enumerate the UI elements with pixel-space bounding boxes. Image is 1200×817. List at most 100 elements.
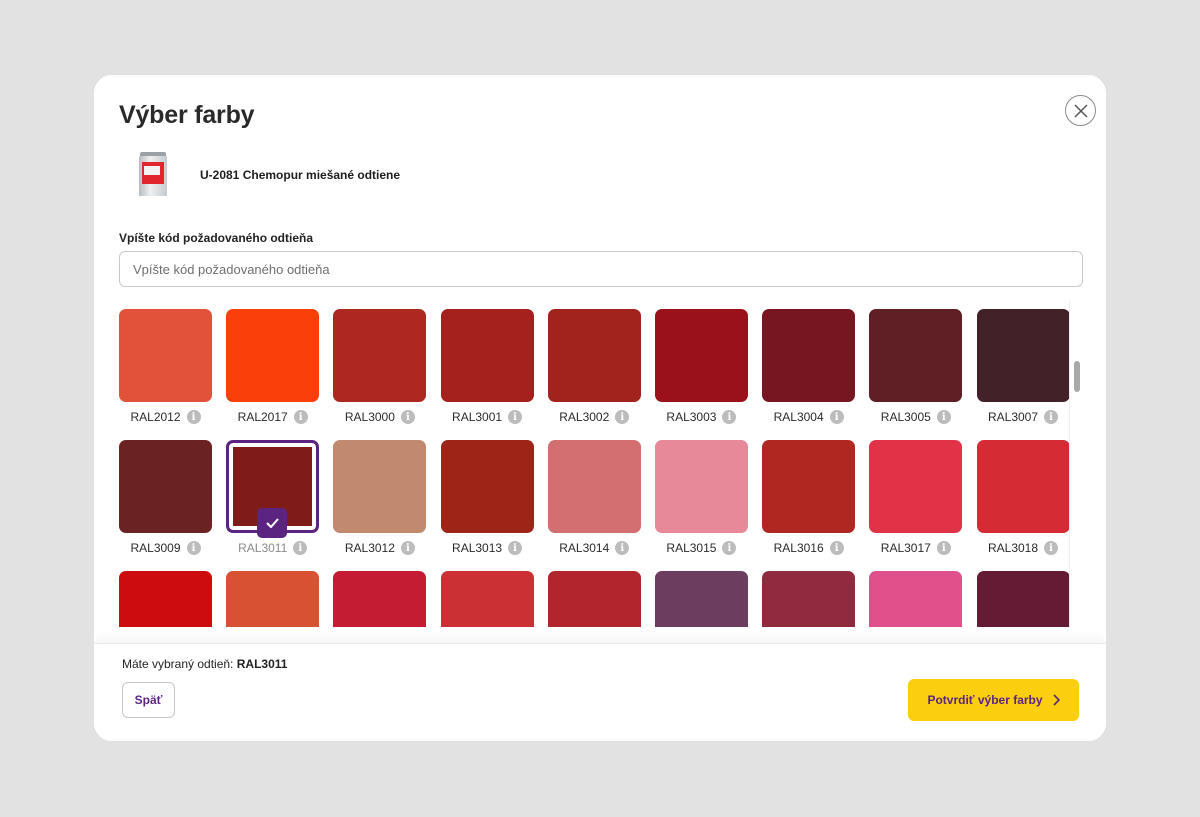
swatch-caption: RAL3013 i — [441, 541, 534, 555]
swatch-chip[interactable] — [547, 440, 641, 533]
info-icon[interactable]: i — [615, 410, 630, 424]
swatch-code: RAL2017 — [237, 410, 288, 424]
swatch-chip[interactable] — [654, 571, 748, 627]
info-icon[interactable]: i — [615, 541, 630, 555]
swatch-chip[interactable] — [333, 309, 427, 402]
color-swatch[interactable] — [547, 571, 641, 627]
color-swatch[interactable]: RAL3000 i — [333, 309, 427, 440]
swatch-chip[interactable] — [976, 571, 1069, 627]
close-icon — [1073, 103, 1088, 118]
swatch-chip[interactable] — [869, 440, 963, 533]
color-swatch[interactable] — [654, 571, 748, 627]
color-swatch[interactable]: RAL3017 i — [869, 440, 963, 571]
close-button[interactable] — [1065, 95, 1096, 126]
swatch-chip[interactable] — [333, 440, 427, 533]
swatch-code: RAL3014 — [559, 541, 610, 555]
color-swatch[interactable]: RAL3018 i — [976, 440, 1070, 571]
info-icon[interactable]: i — [400, 410, 415, 424]
info-icon[interactable]: i — [186, 410, 201, 424]
dialog-footer: Máte vybraný odtieň: RAL3011 Späť Potvrd… — [94, 643, 1106, 741]
swatch-code: RAL3016 — [773, 541, 824, 555]
shade-code-input[interactable] — [119, 251, 1083, 287]
swatch-code: RAL3012 — [344, 541, 395, 555]
info-icon[interactable]: i — [293, 541, 308, 555]
dialog-title: Výber farby — [119, 101, 255, 129]
info-icon[interactable]: i — [186, 541, 201, 555]
info-icon[interactable]: i — [829, 541, 844, 555]
color-swatch[interactable]: RAL3016 i — [762, 440, 856, 571]
product-name: U-2081 Chemopur miešané odtiene — [200, 168, 401, 182]
swatch-chip[interactable] — [440, 309, 534, 402]
color-swatch[interactable] — [976, 571, 1069, 627]
color-swatch[interactable] — [226, 571, 320, 627]
paint-can-icon — [138, 152, 168, 198]
swatch-chip[interactable] — [333, 571, 427, 627]
swatch-code: RAL3017 — [880, 541, 931, 555]
confirm-color-button[interactable]: Potvrdiť výber farby — [908, 679, 1079, 721]
swatch-chip[interactable] — [762, 309, 856, 402]
info-icon[interactable]: i — [936, 410, 951, 424]
swatch-chip[interactable] — [226, 571, 320, 627]
swatch-caption: RAL3017 i — [869, 541, 962, 555]
color-swatch[interactable]: RAL3005 i — [869, 309, 963, 440]
swatch-chip[interactable] — [226, 309, 320, 402]
swatch-code: RAL3013 — [452, 541, 503, 555]
color-swatch[interactable] — [869, 571, 963, 627]
color-swatch[interactable] — [440, 571, 534, 627]
color-swatch[interactable]: RAL3014 i — [547, 440, 641, 571]
info-icon[interactable]: i — [936, 541, 951, 555]
info-icon[interactable]: i — [722, 541, 737, 555]
swatch-caption: RAL2017 i — [226, 410, 319, 424]
color-swatch[interactable] — [333, 571, 427, 627]
info-icon[interactable]: i — [829, 410, 844, 424]
color-swatch[interactable]: RAL3001 i — [440, 309, 534, 440]
swatch-chip[interactable] — [869, 571, 963, 627]
swatch-chip[interactable] — [119, 440, 212, 533]
color-swatch[interactable]: RAL3009 i — [119, 440, 212, 571]
swatch-chip[interactable] — [654, 309, 748, 402]
swatch-code: RAL3011 — [238, 541, 288, 555]
color-swatch[interactable] — [762, 571, 856, 627]
swatch-chip[interactable] — [440, 440, 534, 533]
swatch-chip[interactable] — [869, 309, 963, 402]
swatch-chip[interactable] — [762, 440, 856, 533]
color-swatch[interactable]: RAL3004 i — [762, 309, 856, 440]
color-swatch[interactable]: RAL2017 i — [226, 309, 320, 440]
color-swatch[interactable]: RAL3002 i — [547, 309, 641, 440]
swatch-chip[interactable] — [762, 571, 856, 627]
color-swatch[interactable]: RAL2012 i — [119, 309, 212, 440]
color-swatch[interactable]: RAL3013 i — [440, 440, 534, 571]
color-swatch[interactable]: RAL3007 i — [976, 309, 1069, 440]
info-icon[interactable]: i — [1044, 410, 1059, 424]
product-row: U-2081 Chemopur miešané odtiene — [138, 152, 400, 198]
back-button[interactable]: Späť — [122, 682, 175, 718]
color-swatch[interactable]: RAL3011 i — [226, 440, 320, 571]
swatch-scrollbar[interactable] — [1069, 301, 1083, 627]
swatch-caption: RAL3009 i — [119, 541, 212, 555]
swatch-grid: RAL2012 i RAL2017 i RAL3000 i RAL3001 i RAL3002 i… — [119, 309, 1069, 627]
search-label: Vpíšte kód požadovaného odtieňa — [119, 231, 314, 245]
swatch-chip[interactable] — [440, 571, 534, 627]
swatch-caption: RAL3000 i — [333, 410, 426, 424]
info-icon[interactable]: i — [508, 410, 523, 424]
info-icon[interactable]: i — [508, 541, 523, 555]
swatch-chip[interactable] — [654, 440, 748, 533]
swatch-chip[interactable] — [119, 571, 212, 627]
color-swatch[interactable]: RAL3015 i — [654, 440, 748, 571]
swatch-chip[interactable] — [976, 440, 1069, 533]
swatch-caption: RAL3018 i — [977, 541, 1070, 555]
swatch-chip[interactable] — [547, 571, 641, 627]
swatch-chip[interactable] — [547, 309, 641, 402]
info-icon[interactable]: i — [1044, 541, 1059, 555]
color-swatch[interactable]: RAL3003 i — [654, 309, 748, 440]
info-icon[interactable]: i — [293, 410, 308, 424]
swatch-chip[interactable] — [119, 309, 212, 402]
swatch-chip[interactable] — [976, 309, 1069, 402]
scrollbar-thumb[interactable] — [1074, 361, 1080, 392]
swatch-caption: RAL3001 i — [441, 410, 534, 424]
swatch-code: RAL3005 — [880, 410, 931, 424]
color-swatch[interactable]: RAL3012 i — [333, 440, 427, 571]
info-icon[interactable]: i — [722, 410, 737, 424]
info-icon[interactable]: i — [400, 541, 415, 555]
color-swatch[interactable] — [119, 571, 212, 627]
